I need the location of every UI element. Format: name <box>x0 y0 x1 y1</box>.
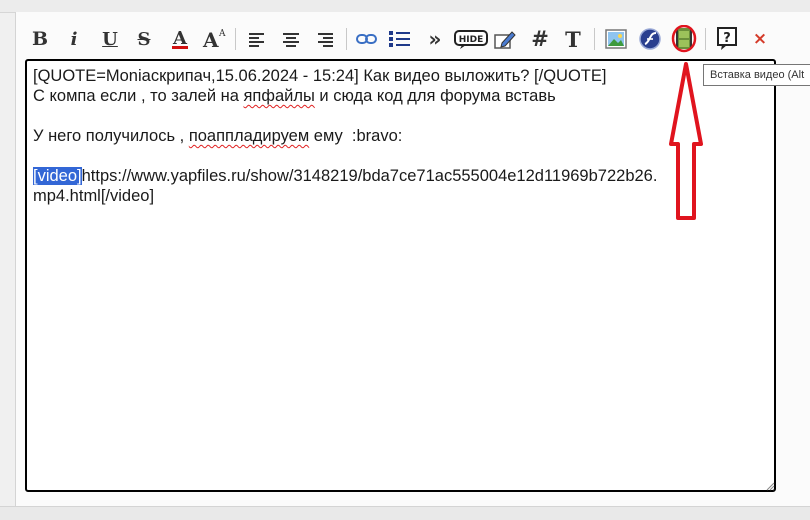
svg-text:?: ? <box>723 31 731 46</box>
align-center-button[interactable] <box>278 26 304 52</box>
bullet-list-icon <box>389 31 410 47</box>
image-icon <box>605 29 627 49</box>
hashtag-button[interactable]: # <box>527 26 553 52</box>
close-x-icon: × <box>752 29 768 49</box>
pencil-edit-icon <box>494 31 516 49</box>
misspelled-word: япфайлы <box>243 87 315 105</box>
text-t-icon: T <box>565 26 581 52</box>
toolbar-separator <box>594 28 595 50</box>
font-color-icon: A <box>172 28 188 49</box>
toolbar-separator <box>346 28 347 50</box>
video-tooltip: Вставка видео (Alt <box>703 64 810 86</box>
insert-link-button[interactable] <box>354 26 380 52</box>
remove-format-button[interactable]: × <box>747 26 773 52</box>
align-right-icon <box>318 33 333 47</box>
text-line-video-end: mp4.html[/video] <box>33 187 155 205</box>
underline-button[interactable]: U <box>97 26 123 52</box>
insert-image-button[interactable] <box>603 26 629 52</box>
strikethrough-button[interactable]: S <box>131 26 157 52</box>
align-center-icon <box>283 33 299 47</box>
link-icon <box>356 34 377 44</box>
insert-flash-button[interactable] <box>637 26 663 52</box>
film-video-icon <box>671 25 697 53</box>
message-text: [QUOTE=Moniaскрипач,15.06.2024 - 15:24] … <box>33 66 773 206</box>
bullet-list-button[interactable] <box>387 26 413 52</box>
text-format-button[interactable]: T <box>560 26 586 52</box>
svg-text:A: A <box>202 28 219 51</box>
text-line-upload-advice: С компа если , то залей на япфайлы и сюд… <box>33 87 556 105</box>
text-line-applause: У него получилось , поаппладируем ему :b… <box>33 127 403 145</box>
align-left-icon <box>249 33 264 47</box>
svg-text:A: A <box>172 28 188 49</box>
font-color-button[interactable]: A <box>167 26 193 52</box>
help-button[interactable]: ? <box>714 26 740 52</box>
bold-icon: B <box>31 28 49 50</box>
editor-toolbar: B i U S A A A » HIDE # T ? × <box>25 22 785 56</box>
indent-button[interactable]: » <box>422 26 448 52</box>
red-arrow-annotation <box>669 62 703 220</box>
help-question-icon: ? <box>717 27 737 50</box>
svg-text:HIDE: HIDE <box>459 35 484 45</box>
toolbar-separator <box>235 28 236 50</box>
insert-video-button[interactable] <box>671 25 697 53</box>
italic-button[interactable]: i <box>61 26 87 52</box>
hide-icon: HIDE <box>454 30 488 49</box>
selected-text: [video] <box>33 167 82 185</box>
align-left-button[interactable] <box>244 26 270 52</box>
hide-button[interactable]: HIDE <box>453 26 489 52</box>
flash-icon <box>639 28 661 50</box>
hash-icon: # <box>531 27 549 51</box>
svg-text:A: A <box>218 29 226 39</box>
text-line-quote: [QUOTE=Moniaскрипач,15.06.2024 - 15:24] … <box>33 67 607 85</box>
misspelled-word: поаппладируем <box>188 127 310 145</box>
underline-icon: U <box>102 28 118 50</box>
resize-handle-icon[interactable] <box>765 481 775 491</box>
font-size-icon: A A <box>202 28 226 51</box>
font-size-button[interactable]: A A <box>202 26 228 52</box>
toolbar-separator <box>705 28 706 50</box>
bold-button[interactable]: B <box>27 26 53 52</box>
bottom-bar <box>0 506 810 520</box>
double-chevron-icon: » <box>428 27 442 51</box>
strikethrough-icon: S <box>137 28 151 50</box>
text-line-video-code: [video]https://www.yapfiles.ru/show/3148… <box>33 167 658 185</box>
align-right-button[interactable] <box>312 26 338 52</box>
italic-icon: i <box>70 28 78 50</box>
edit-button[interactable] <box>492 26 518 52</box>
